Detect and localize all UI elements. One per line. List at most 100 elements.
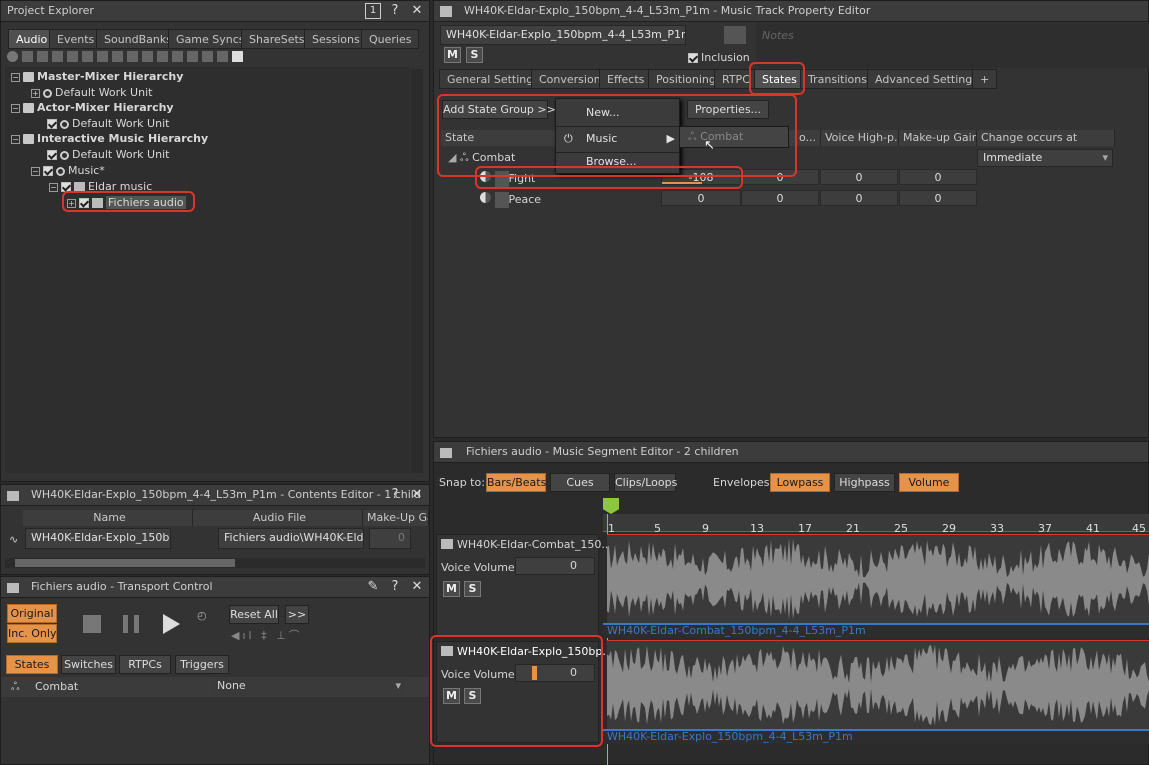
checkbox[interactable] — [61, 182, 71, 192]
submenu-combat[interactable]: ஃ Combat — [679, 126, 789, 148]
solo-button[interactable]: S — [464, 581, 481, 597]
properties-button[interactable]: Properties... — [687, 100, 769, 119]
container-icon[interactable] — [82, 51, 93, 62]
instance-icon[interactable]: 1 — [365, 3, 381, 19]
tab-queries[interactable]: Queries — [361, 29, 420, 49]
tab-conversion[interactable]: Conversion — [531, 69, 609, 89]
envelope-lowpass-button[interactable]: Lowpass — [770, 473, 830, 492]
collapse-icon[interactable]: − — [11, 134, 20, 144]
tab-advanced-settings[interactable]: Advanced Settings — [867, 69, 986, 89]
filter-icon[interactable] — [7, 51, 18, 62]
tab-sharesets[interactable]: ShareSets — [241, 29, 313, 49]
snap-cues-button[interactable]: Cues — [550, 473, 610, 492]
list-icon[interactable] — [97, 51, 108, 62]
column-makeup-gain[interactable]: Make-Up Ga — [363, 510, 429, 526]
envelope-highpass-button[interactable]: Highpass — [834, 473, 895, 492]
tab-states[interactable]: States — [6, 655, 58, 674]
object-name-field[interactable]: WH40K-Eldar-Explo_150bpm_4-4_L53m_P1m — [440, 25, 686, 45]
collapse-icon[interactable]: ◢ — [448, 151, 456, 164]
stop-icon[interactable] — [83, 615, 101, 633]
change-occurs-select[interactable]: Immediate ▾ — [977, 149, 1113, 167]
tab-states[interactable]: States — [754, 69, 805, 89]
mute-button[interactable]: M — [444, 47, 461, 63]
segment-icon[interactable] — [217, 51, 228, 62]
state-select[interactable]: None ▾ — [213, 678, 405, 695]
column-audio-file[interactable]: Audio File — [193, 510, 363, 526]
playlist-icon[interactable] — [187, 51, 198, 62]
close-icon[interactable]: ✕ — [409, 579, 425, 595]
add-state-group-button[interactable]: Add State Group >> — [442, 100, 556, 119]
row-name[interactable]: WH40K-Eldar-Explo_150bpr — [25, 528, 171, 549]
chevron-down-icon[interactable]: ▾ — [1102, 150, 1108, 166]
tree-item-default-work-unit[interactable]: + Default Work Unit — [31, 85, 152, 101]
blend-icon[interactable] — [142, 51, 153, 62]
play-icon[interactable] — [163, 614, 180, 634]
expand-icon[interactable]: + — [67, 198, 76, 208]
tree-item-default-work-unit[interactable]: Default Work Unit — [47, 147, 169, 163]
checkbox[interactable] — [43, 166, 53, 176]
checkbox[interactable] — [47, 119, 57, 129]
reset-all-button[interactable]: Reset All — [229, 605, 279, 624]
menu-item-new[interactable]: New... — [556, 101, 679, 125]
column-name[interactable]: Name — [23, 510, 193, 526]
tab-rtpcs[interactable]: RTPCs — [119, 655, 171, 674]
tab-events[interactable]: Events — [49, 29, 103, 49]
music-track-icon[interactable] — [172, 51, 183, 62]
column-change-occurs[interactable]: Change occurs at — [977, 130, 1115, 146]
envelope-volume-button[interactable]: Volume — [899, 473, 959, 492]
tab-game-syncs[interactable]: Game Syncs — [168, 29, 253, 49]
more-button[interactable]: >> — [285, 605, 309, 624]
inc-only-button[interactable]: Inc. Only — [7, 624, 57, 643]
clip-explo[interactable] — [607, 640, 1149, 730]
peace-cell-3[interactable]: 0 — [820, 190, 898, 206]
slider-thumb[interactable] — [532, 666, 537, 680]
collapse-icon[interactable]: − — [31, 166, 40, 176]
snap-clips-loops-button[interactable]: Clips/Loops — [614, 473, 677, 492]
clip-label-explo[interactable]: WH40K-Eldar-Explo_150bpm_4-4_L53m_P1m — [603, 729, 1149, 744]
peace-cell-2[interactable]: 0 — [741, 190, 819, 206]
pause-icon[interactable] — [123, 615, 139, 633]
tab-positioning[interactable]: Positioning — [648, 69, 724, 89]
tab-transitions[interactable]: Transitions — [800, 69, 875, 89]
folder-icon[interactable] — [22, 51, 33, 62]
tree-item-eldar-music[interactable]: − Eldar music — [49, 179, 152, 195]
collapse-icon[interactable]: − — [11, 103, 20, 113]
sound-icon[interactable] — [157, 51, 168, 62]
chevron-down-icon[interactable]: ▾ — [395, 678, 401, 694]
solo-button[interactable]: S — [466, 47, 483, 63]
grid-icon[interactable] — [67, 51, 78, 62]
timeline-ruler[interactable] — [603, 514, 1149, 532]
help-icon[interactable]: ? — [387, 579, 403, 595]
tab-triggers[interactable]: Triggers — [175, 655, 229, 674]
clip-label-combat[interactable]: WH40K-Eldar-Combat_150bpm_4-4_L53m_P1m — [603, 623, 1149, 638]
close-icon[interactable]: ✕ — [409, 3, 425, 19]
tree-item-master-mixer[interactable]: − Master-Mixer Hierarchy — [11, 69, 183, 85]
tree-item-default-work-unit[interactable]: Default Work Unit — [47, 116, 169, 132]
peace-volume-cell[interactable]: 0 — [661, 190, 741, 206]
close-icon[interactable]: ✕ — [409, 487, 425, 503]
music-segment-icon[interactable] — [232, 51, 243, 62]
tree-item-fichiers-audio[interactable]: + Fichiers audio — [67, 195, 186, 211]
help-icon[interactable]: ? — [387, 487, 403, 503]
clock-icon[interactable]: ◴ — [197, 609, 207, 622]
tab-sessions[interactable]: Sessions — [304, 29, 368, 49]
properties-icon[interactable] — [724, 26, 746, 44]
peace-cell-4[interactable]: 0 — [899, 190, 977, 206]
music-switch-icon[interactable] — [202, 51, 213, 62]
volume-slider[interactable]: 0 — [515, 664, 595, 682]
tab-effects[interactable]: Effects — [599, 69, 653, 89]
tree-item-interactive-music[interactable]: − Interactive Music Hierarchy — [11, 131, 208, 147]
explorer-scrollbar[interactable] — [411, 69, 423, 473]
collapse-icon[interactable]: − — [49, 182, 58, 192]
tab-add[interactable]: + — [972, 69, 998, 89]
help-icon[interactable]: ? — [387, 3, 403, 19]
random-icon[interactable] — [112, 51, 123, 62]
mute-button[interactable]: M — [443, 688, 460, 704]
group-row-combat[interactable]: ◢ ஃ Combat — [448, 151, 515, 166]
tree-item-actor-mixer[interactable]: − Actor-Mixer Hierarchy — [11, 100, 174, 116]
horizontal-scrollbar[interactable] — [5, 558, 425, 568]
column-state[interactable]: State — [441, 130, 556, 146]
track-header-combat[interactable]: WH40K-Eldar-Combat_150... Voice Volume 0… — [436, 534, 612, 636]
inclusion-toggle[interactable]: Inclusion — [688, 51, 750, 64]
checkbox[interactable] — [79, 198, 89, 208]
